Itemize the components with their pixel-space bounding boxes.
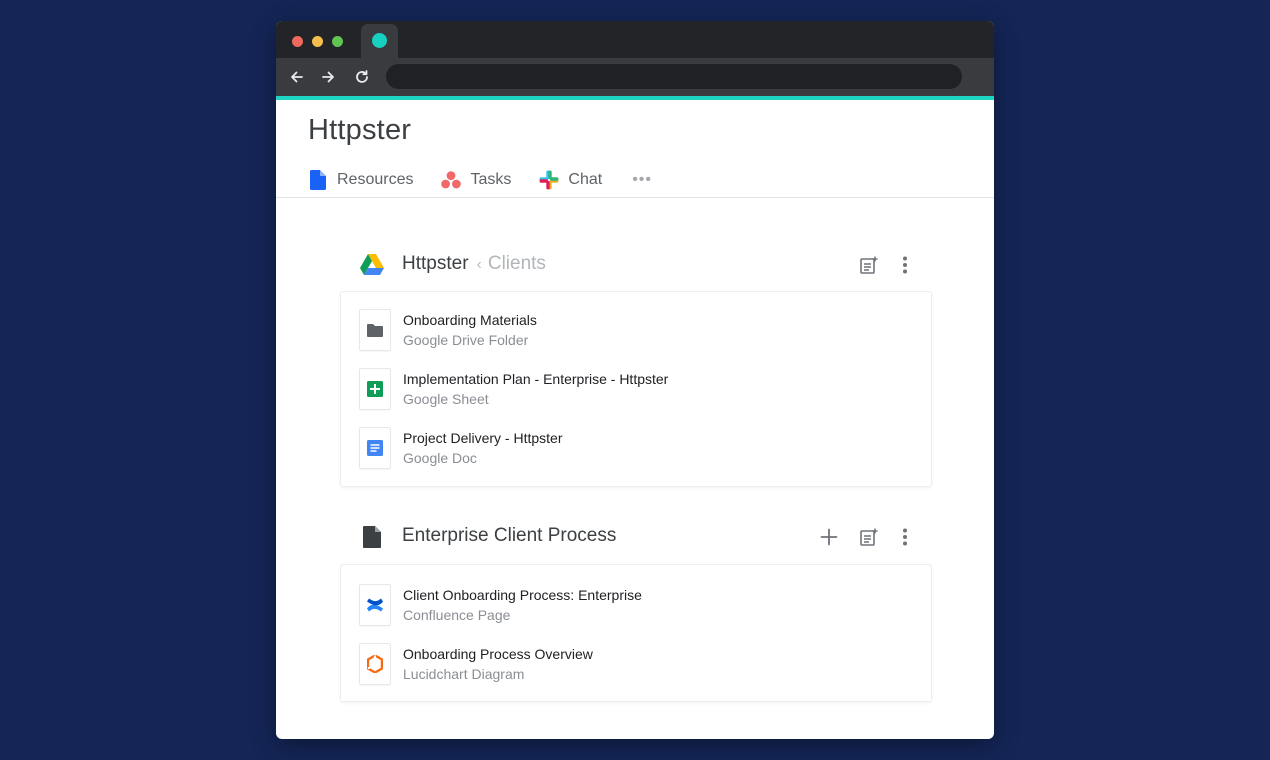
- section-title: Enterprise Client Process: [402, 525, 616, 547]
- google-drive-icon: [360, 253, 384, 277]
- item-type: Google Drive Folder: [403, 332, 529, 348]
- tab-tasks[interactable]: Tasks: [441, 170, 511, 190]
- tab-label: Resources: [337, 171, 414, 188]
- google-doc-icon: [359, 427, 391, 469]
- google-sheet-icon: [359, 368, 391, 410]
- tab-favicon-icon: [372, 33, 387, 48]
- address-bar[interactable]: [386, 64, 962, 89]
- browser-window: Httpster Resources Tasks Chat ••• Httpst…: [276, 21, 994, 739]
- close-window-button[interactable]: [292, 36, 303, 47]
- resource-list-card: Onboarding Materials Google Drive Folder…: [340, 291, 932, 487]
- resource-list-card: Client Onboarding Process: Enterprise Co…: [340, 564, 932, 702]
- more-options-button[interactable]: [894, 526, 916, 548]
- item-name: Project Delivery - Httpster: [403, 430, 563, 446]
- arrow-left-icon: [291, 71, 303, 83]
- add-note-icon: [860, 256, 878, 274]
- tab-label: Tasks: [470, 171, 512, 188]
- page-title: Httpster: [308, 114, 412, 146]
- tab-chat[interactable]: Chat: [539, 170, 602, 190]
- section-header-drive: Httpster ‹ Clients: [360, 250, 930, 280]
- item-name: Onboarding Materials: [403, 312, 537, 328]
- item-name: Onboarding Process Overview: [403, 646, 593, 662]
- forward-button[interactable]: [317, 66, 339, 88]
- asana-icon: [441, 170, 462, 190]
- section-header-process: Enterprise Client Process: [360, 522, 930, 552]
- header-divider: [276, 197, 994, 198]
- more-vertical-icon: [903, 528, 907, 546]
- tab-label: Chat: [568, 171, 603, 188]
- confluence-icon: [359, 584, 391, 626]
- list-item[interactable]: Onboarding Process Overview Lucidchart D…: [359, 643, 919, 689]
- document-icon: [308, 170, 328, 190]
- item-name: Implementation Plan - Enterprise - Https…: [403, 371, 669, 387]
- item-type: Google Sheet: [403, 391, 489, 407]
- list-item[interactable]: Client Onboarding Process: Enterprise Co…: [359, 584, 919, 630]
- item-type: Google Doc: [403, 450, 477, 466]
- plus-icon: [820, 528, 838, 546]
- browser-tab[interactable]: [361, 24, 398, 58]
- app-tab-bar: Resources Tasks Chat •••: [308, 168, 652, 192]
- section-title: Httpster ‹ Clients: [402, 253, 546, 275]
- folder-icon: [359, 309, 391, 351]
- add-note-button[interactable]: [858, 254, 880, 276]
- section-title-text: Httpster: [402, 253, 469, 274]
- list-item[interactable]: Project Delivery - Httpster Google Doc: [359, 427, 919, 473]
- more-vertical-icon: [903, 256, 907, 274]
- browser-nav-bar: [276, 58, 994, 96]
- slack-icon: [539, 170, 559, 190]
- item-name: Client Onboarding Process: Enterprise: [403, 587, 642, 603]
- list-item[interactable]: Implementation Plan - Enterprise - Https…: [359, 368, 919, 414]
- accent-bar: [276, 96, 994, 100]
- back-button[interactable]: [286, 66, 308, 88]
- maximize-window-button[interactable]: [332, 36, 343, 47]
- document-icon: [360, 525, 384, 549]
- add-button[interactable]: [818, 526, 840, 548]
- breadcrumb-link[interactable]: Clients: [488, 253, 546, 274]
- item-type: Lucidchart Diagram: [403, 666, 525, 682]
- section-title-text: Enterprise Client Process: [402, 525, 617, 546]
- item-type: Confluence Page: [403, 607, 511, 623]
- lucidchart-icon: [359, 643, 391, 685]
- reload-button[interactable]: [351, 66, 373, 88]
- breadcrumb-separator: ‹: [476, 256, 482, 273]
- browser-tab-bar: [276, 21, 994, 58]
- add-note-icon: [860, 528, 878, 546]
- minimize-window-button[interactable]: [312, 36, 323, 47]
- more-options-button[interactable]: [894, 254, 916, 276]
- arrow-right-icon: [322, 71, 334, 83]
- add-note-button[interactable]: [858, 526, 880, 548]
- tab-resources[interactable]: Resources: [308, 170, 413, 190]
- more-horizontal-icon[interactable]: •••: [632, 171, 652, 189]
- list-item[interactable]: Onboarding Materials Google Drive Folder: [359, 309, 919, 355]
- reload-icon: [356, 70, 368, 83]
